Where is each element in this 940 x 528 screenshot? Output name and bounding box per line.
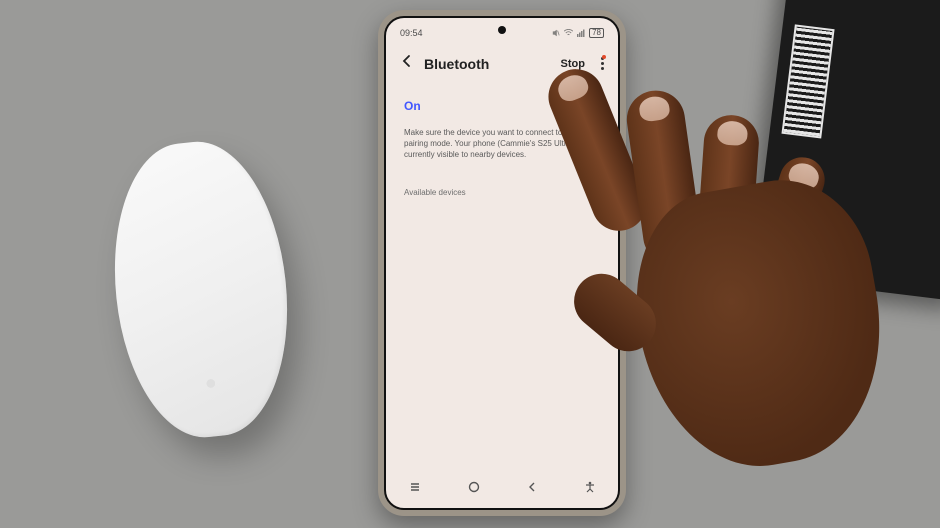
back-icon[interactable] (400, 54, 414, 73)
bluetooth-state-label: On (404, 99, 421, 113)
wifi-icon (564, 29, 573, 37)
phone-screen[interactable]: 09:54 78 Bluetooth Stop On •• (384, 16, 620, 510)
pairing-info-text: Make sure the device you want to connect… (404, 128, 600, 160)
page-title: Bluetooth (424, 56, 551, 72)
available-devices-header: Available devices (404, 188, 466, 197)
mute-icon (552, 29, 560, 37)
back-button[interactable] (525, 480, 539, 499)
apple-magic-mouse (101, 134, 301, 445)
more-options-icon[interactable] (601, 57, 604, 70)
home-button[interactable] (467, 480, 481, 499)
signal-icon (577, 29, 585, 37)
samsung-box: Galaxy S25 Ultra (752, 0, 940, 302)
android-nav-bar (386, 478, 618, 500)
bluetooth-toggle[interactable] (572, 98, 600, 114)
accessibility-button[interactable] (584, 480, 596, 498)
stop-button[interactable]: Stop (561, 58, 585, 70)
phone-device: 09:54 78 Bluetooth Stop On •• (378, 10, 626, 516)
scanning-indicator-icon: •• (557, 101, 566, 112)
battery-icon: 78 (589, 28, 604, 38)
recents-button[interactable] (408, 480, 422, 499)
status-time: 09:54 (400, 28, 423, 38)
status-bar: 09:54 78 (400, 26, 604, 40)
barcode (781, 24, 834, 138)
